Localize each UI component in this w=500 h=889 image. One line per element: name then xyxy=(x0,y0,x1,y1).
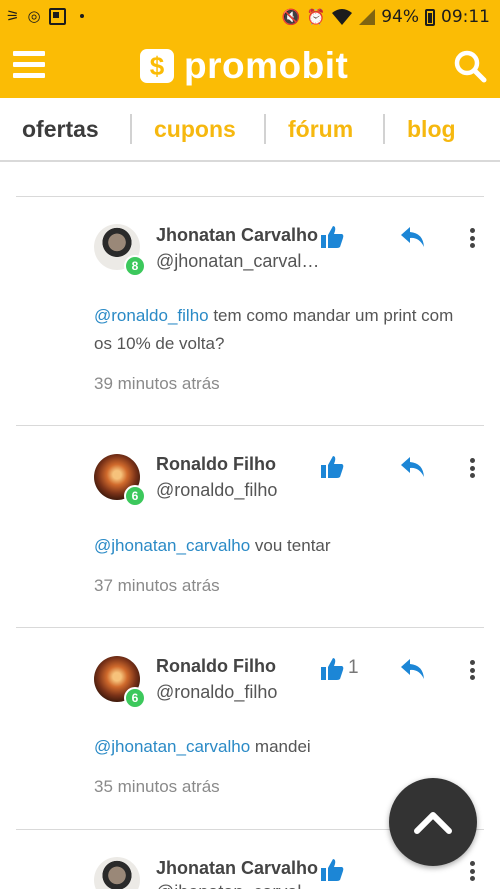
comment-handle[interactable]: @jhonatan_carval… xyxy=(156,881,319,889)
thumbs-up-icon[interactable] xyxy=(320,225,344,249)
comment-message: mandei xyxy=(250,737,311,756)
comment-handle[interactable]: @ronaldo_filho xyxy=(156,681,277,703)
user-level-badge: 8 xyxy=(124,255,146,277)
chevron-up-icon xyxy=(414,812,452,834)
nav-tabs: ofertas cupons fórum blog xyxy=(0,98,500,162)
more-options-icon[interactable] xyxy=(466,226,478,250)
comment-text: @jhonatan_carvalho mandei xyxy=(94,733,474,761)
status-bar: ⚞ ◎ 🔇 ⏰ 94% 09:11 xyxy=(0,0,500,34)
comment-author[interactable]: Ronaldo Filho xyxy=(156,453,276,475)
promobit-logo[interactable]: $ promobit xyxy=(140,47,348,85)
incognito-icon: ◎ xyxy=(27,7,41,25)
comment-timestamp: 35 minutos atrás xyxy=(94,777,220,796)
comment-message: vou tentar xyxy=(250,536,331,555)
promobit-app: ⚞ ◎ 🔇 ⏰ 94% 09:11 $ promobit ofertas cup… xyxy=(0,0,500,889)
battery-icon xyxy=(425,8,435,26)
battery-percent: 94% xyxy=(381,7,419,27)
comment-divider xyxy=(16,627,484,628)
user-level-badge: 6 xyxy=(124,485,146,507)
app-notification-icon xyxy=(48,7,66,25)
like-count: 1 xyxy=(348,657,359,678)
comment-handle[interactable]: @ronaldo_filho xyxy=(156,479,277,501)
reply-icon[interactable] xyxy=(399,225,427,249)
mention-link[interactable]: @ronaldo_filho xyxy=(94,306,209,325)
logo-text: promobit xyxy=(184,45,349,86)
comment-author[interactable]: Ronaldo Filho xyxy=(156,655,276,677)
tab-separator xyxy=(264,114,266,144)
thumbs-up-icon[interactable] xyxy=(320,455,344,479)
comment-author[interactable]: Jhonatan Carvalho xyxy=(156,857,318,879)
reply-icon[interactable] xyxy=(399,657,427,681)
menu-icon[interactable] xyxy=(13,51,45,78)
more-notifications-icon xyxy=(79,14,84,18)
tab-blog[interactable]: blog xyxy=(407,114,456,144)
wifi-icon xyxy=(332,9,353,25)
more-options-icon[interactable] xyxy=(466,456,478,480)
comment-text: @jhonatan_carvalho vou tentar xyxy=(94,532,474,560)
avatar[interactable] xyxy=(94,857,140,889)
more-options-icon[interactable] xyxy=(466,658,478,682)
signal-icon xyxy=(359,9,376,25)
comment-text: @ronaldo_filho tem como mandar um print … xyxy=(94,302,474,358)
alarm-icon: ⏰ xyxy=(306,8,326,26)
scroll-to-top-button[interactable] xyxy=(389,778,477,866)
reply-icon[interactable] xyxy=(399,455,427,479)
tab-cupons[interactable]: cupons xyxy=(154,114,236,144)
thumbs-up-icon[interactable] xyxy=(320,657,344,681)
comment-timestamp: 37 minutos atrás xyxy=(94,576,220,595)
comment-divider xyxy=(16,196,484,197)
comment-author[interactable]: Jhonatan Carvalho xyxy=(156,224,318,246)
tab-separator xyxy=(383,114,385,144)
comment-handle[interactable]: @jhonatan_carval… xyxy=(156,250,319,272)
logo-symbol: $ xyxy=(140,49,174,83)
comment-divider xyxy=(16,425,484,426)
comment-timestamp: 39 minutos atrás xyxy=(94,374,220,393)
mute-icon: 🔇 xyxy=(281,8,301,26)
tab-forum[interactable]: fórum xyxy=(288,114,353,144)
mention-link[interactable]: @jhonatan_carvalho xyxy=(94,536,250,555)
tab-ofertas[interactable]: ofertas xyxy=(22,114,99,144)
thumbs-up-icon[interactable] xyxy=(320,858,344,882)
tab-separator xyxy=(130,114,132,144)
search-icon[interactable] xyxy=(452,48,488,84)
user-level-badge: 6 xyxy=(124,687,146,709)
app-header: $ promobit xyxy=(0,34,500,98)
mention-link[interactable]: @jhonatan_carvalho xyxy=(94,737,250,756)
notification-icon: ⚞ xyxy=(6,7,20,25)
clock: 09:11 xyxy=(441,7,490,27)
